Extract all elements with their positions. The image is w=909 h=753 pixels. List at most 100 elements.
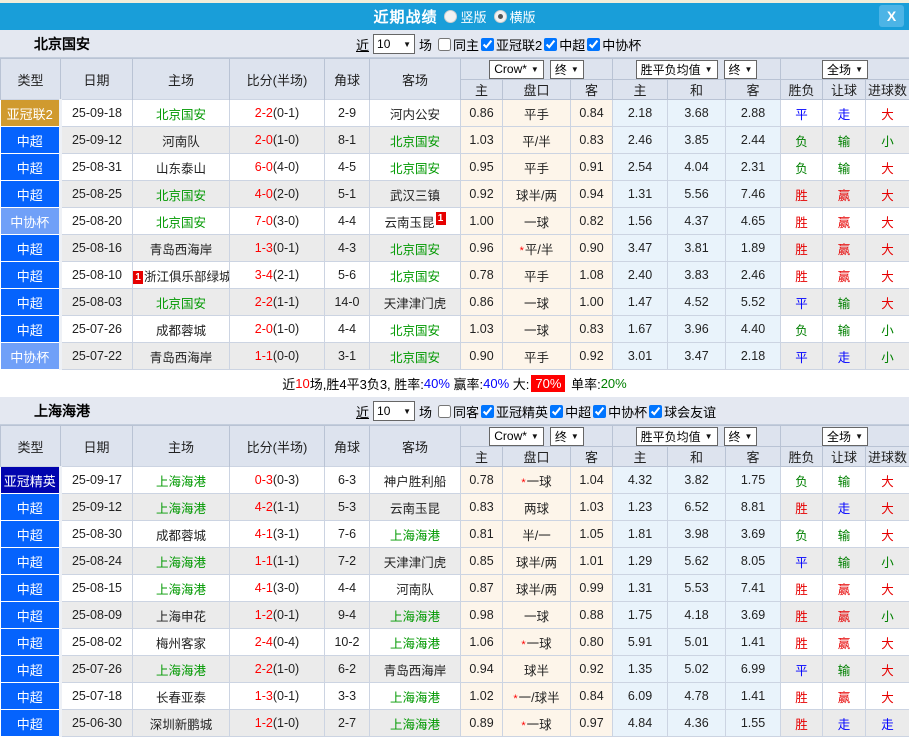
- summary-part: 40%: [423, 376, 450, 391]
- mean-away: 1.41: [724, 628, 782, 656]
- handicap-result: 输: [822, 126, 867, 154]
- same-venue-checkbox[interactable]: [438, 37, 452, 51]
- mean-away: 4.65: [724, 207, 782, 235]
- goals-result: 小: [865, 315, 909, 343]
- col-header-away: 客场: [369, 425, 461, 467]
- close-icon[interactable]: X: [879, 5, 904, 27]
- league-checkbox[interactable]: [587, 37, 601, 51]
- radio-option-horizontal[interactable]: 横版: [493, 7, 536, 26]
- halftime-score: (2-1): [272, 268, 300, 282]
- league-checkbox[interactable]: [649, 404, 663, 418]
- same-venue-label: 同主: [453, 37, 480, 53]
- league-checkbox[interactable]: [593, 404, 607, 418]
- league-filter[interactable]: 球会友谊: [649, 402, 716, 421]
- league-filter[interactable]: 亚冠联2: [481, 35, 542, 54]
- odds-away: 0.83: [570, 126, 613, 154]
- home-team: 梅州客家: [132, 628, 230, 656]
- league-filter[interactable]: 中超: [550, 402, 591, 421]
- handicap-value: 一球: [526, 636, 552, 651]
- same-venue-checkbox[interactable]: [438, 404, 452, 418]
- match-date: 25-08-25: [60, 180, 133, 208]
- league-filter[interactable]: 中协杯: [593, 402, 647, 421]
- match-date: 25-07-18: [60, 682, 133, 710]
- odds-away: 0.92: [570, 342, 613, 370]
- outcome-result: 胜: [780, 493, 824, 521]
- league-checkbox[interactable]: [481, 404, 495, 418]
- fulltime-select[interactable]: 全场 ▼: [822, 59, 868, 79]
- league-checkbox[interactable]: [550, 404, 564, 418]
- chevron-down-icon: ▼: [704, 64, 713, 74]
- handicap: 球半/两: [502, 547, 571, 575]
- section-header: 北京国安 近 10 ▼ 场 同主 亚冠联2 中超 中协杯: [0, 30, 909, 58]
- away-team-name: 北京国安: [389, 242, 440, 257]
- title-bar: 近期战绩 竖版 横版 X: [0, 3, 909, 30]
- corner-count: 2-9: [324, 99, 370, 127]
- mean-draw: 3.83: [667, 261, 726, 289]
- handicap-value: 平手: [523, 161, 549, 176]
- home-team: 山东泰山: [132, 153, 230, 181]
- corner-count: 5-3: [324, 493, 370, 521]
- final-odds-value: 终: [554, 429, 567, 444]
- goals-result: 大: [865, 574, 909, 602]
- same-venue-filter[interactable]: 同客: [438, 402, 479, 421]
- match-date: 25-09-12: [60, 126, 133, 154]
- table-row: 中超 25-08-31 山东泰山 6-0(4-0) 4-5 北京国安 0.95 平手 0.91 2…: [0, 153, 909, 181]
- odds-away: 0.97: [570, 709, 613, 737]
- match-date: 25-08-24: [60, 547, 133, 575]
- away-team: 北京国安: [369, 153, 461, 181]
- home-team-name: 梅州客家: [155, 636, 206, 651]
- corner-count: 7-6: [324, 520, 370, 548]
- league-filter[interactable]: 亚冠精英: [481, 402, 548, 421]
- odds-home: 0.89: [460, 709, 503, 737]
- radio-label: 竖版: [460, 10, 487, 25]
- league-filters: 亚冠精英 中超 中协杯 球会友谊: [481, 402, 718, 421]
- final-mean-select[interactable]: 终 ▼: [723, 59, 758, 79]
- corner-count: 6-2: [324, 655, 370, 683]
- home-team: 河南队: [132, 126, 230, 154]
- sub-header-handicap: 盘口: [502, 446, 571, 467]
- league-label: 中超: [559, 37, 586, 53]
- handicap-result: 输: [822, 655, 867, 683]
- fulltime-score: 4-1: [254, 581, 273, 595]
- handicap-result: 走: [822, 342, 867, 370]
- home-team: 北京国安: [132, 288, 230, 316]
- odds-away: 0.82: [570, 207, 613, 235]
- summary-part: 赢率:: [449, 377, 484, 392]
- mean-draw: 5.62: [667, 547, 726, 575]
- mean-home: 5.91: [612, 628, 668, 656]
- odds-home: 0.86: [460, 288, 503, 316]
- sub-header-mean-away: 客: [724, 446, 782, 467]
- mean-home: 2.54: [612, 153, 668, 181]
- league-checkbox[interactable]: [481, 37, 495, 51]
- col-header-date: 日期: [60, 58, 133, 100]
- radio-option-vertical[interactable]: 竖版: [444, 7, 487, 26]
- odds-away: 0.84: [570, 99, 613, 127]
- mean-odds-select[interactable]: 胜平负均值 ▼: [635, 59, 718, 79]
- league-filter[interactable]: 中超: [544, 35, 585, 54]
- table-row: 中超 25-08-16 青岛西海岸 1-3(0-1) 4-3 北京国安 0.96 *平/半 0.…: [0, 234, 909, 262]
- goals-result: 大: [865, 655, 909, 683]
- home-team: 1 浙江俱乐部绿城: [132, 261, 230, 289]
- final-mean-select[interactable]: 终 ▼: [723, 426, 758, 446]
- score: 2-4(0-4): [229, 628, 325, 656]
- score: 2-2(1-0): [229, 655, 325, 683]
- corner-count: 3-3: [324, 682, 370, 710]
- away-team: 上海海港: [369, 628, 461, 656]
- fulltime-select[interactable]: 全场 ▼: [822, 426, 868, 446]
- outcome-result: 胜: [780, 234, 824, 262]
- match-count-select[interactable]: 10 ▼: [373, 34, 416, 54]
- odds-source-select[interactable]: Crow* ▼: [489, 59, 544, 79]
- match-type-badge: 中超: [0, 153, 62, 181]
- league-checkbox[interactable]: [544, 37, 558, 51]
- final-odds-select[interactable]: 终 ▼: [549, 426, 584, 446]
- same-venue-filter[interactable]: 同主: [438, 35, 479, 54]
- match-count-select[interactable]: 10 ▼: [373, 401, 416, 421]
- home-team: 上海海港: [132, 547, 230, 575]
- table-row: 中超 25-08-15 上海海港 4-1(3-0) 4-4 河南队 0.87 球半/两 0.99…: [0, 574, 909, 602]
- odds-source-select[interactable]: Crow* ▼: [489, 426, 544, 446]
- final-odds-select[interactable]: 终 ▼: [549, 59, 584, 79]
- home-team-name: 上海海港: [155, 663, 206, 678]
- mean-odds-select[interactable]: 胜平负均值 ▼: [635, 426, 718, 446]
- league-filter[interactable]: 中协杯: [587, 35, 641, 54]
- handicap: 平/半: [502, 126, 571, 154]
